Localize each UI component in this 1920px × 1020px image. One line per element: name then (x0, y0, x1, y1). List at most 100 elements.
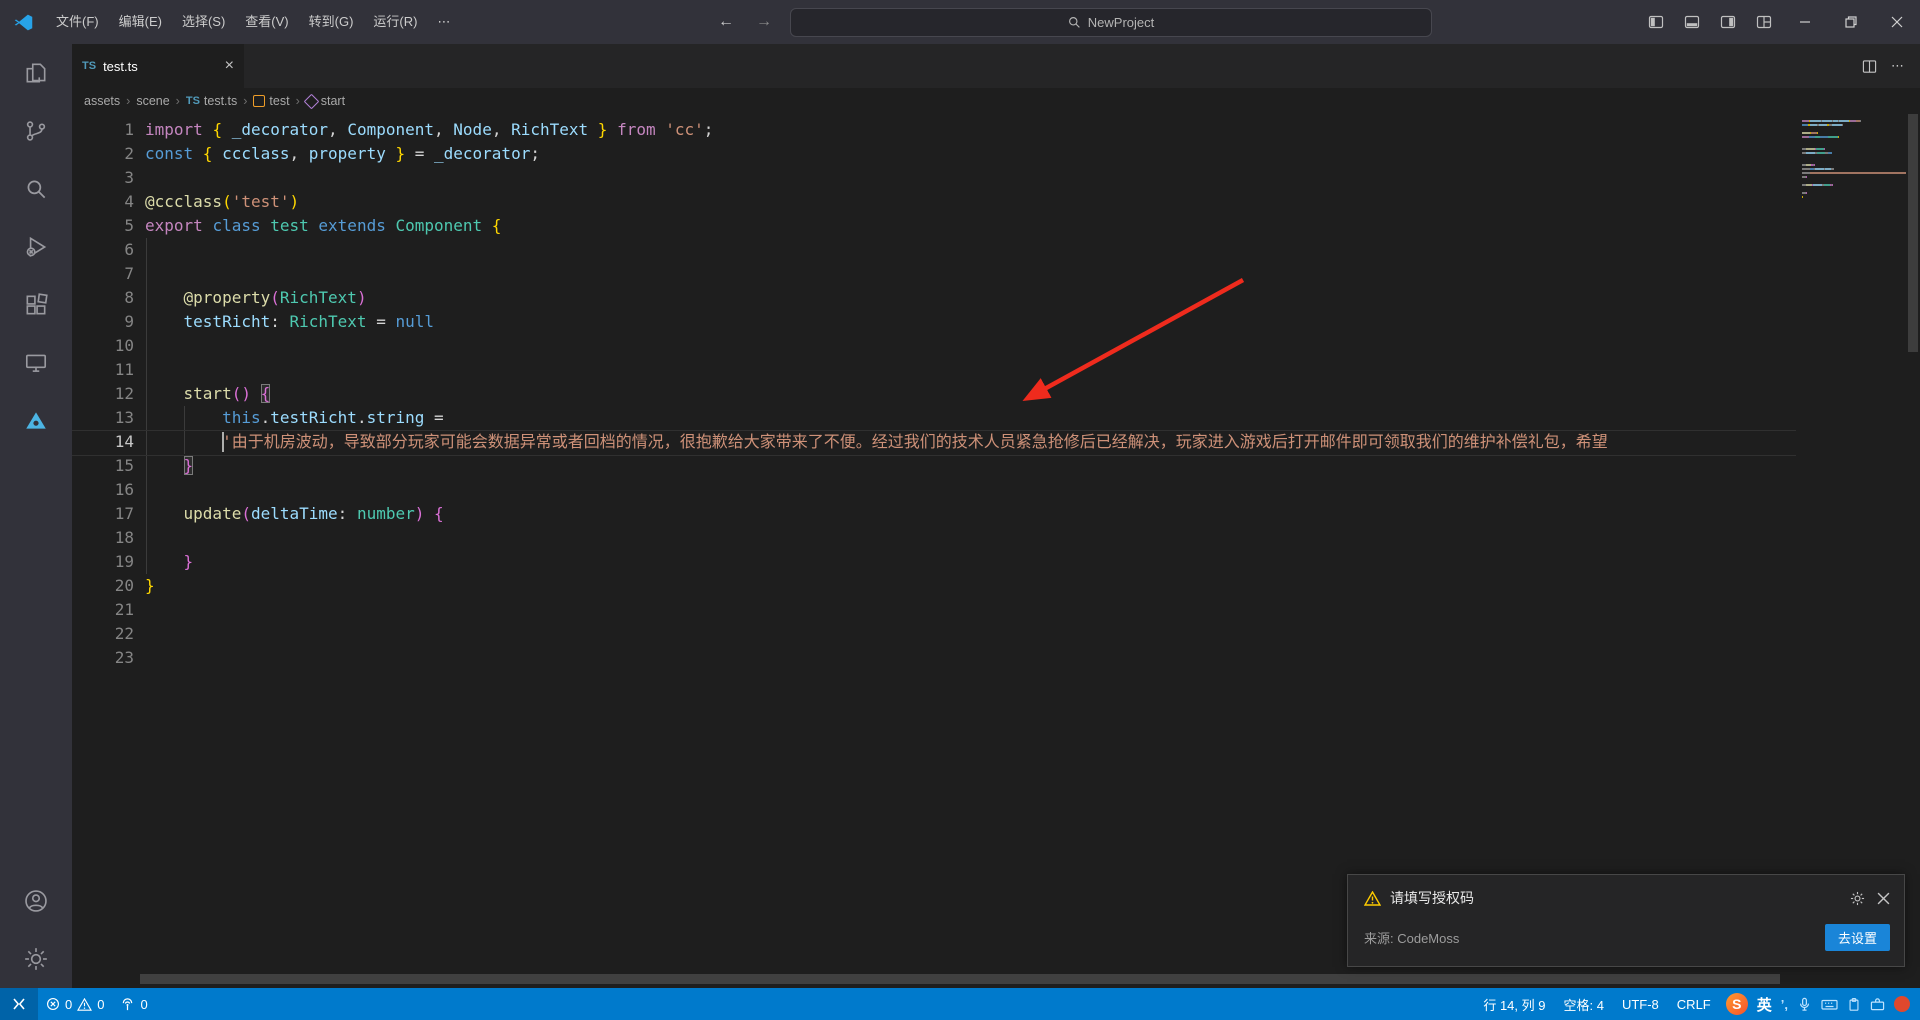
line-number[interactable]: 5 (72, 214, 134, 238)
cocos-extension-icon[interactable] (0, 392, 72, 450)
line-number[interactable]: 18 (72, 526, 134, 550)
code-line[interactable]: 22 (72, 622, 1920, 646)
code-line[interactable]: 17 update(deltaTime: number) { (72, 502, 1920, 526)
run-debug-icon[interactable] (0, 218, 72, 276)
editor-more-actions-icon[interactable]: ⋯ (1891, 58, 1904, 74)
code-line[interactable]: 15 } (72, 454, 1920, 478)
code-line[interactable]: 5 export class test extends Component { (72, 214, 1920, 238)
line-number[interactable]: 15 (72, 454, 134, 478)
code-line[interactable]: 8 @property(RichText) (72, 286, 1920, 310)
line-number[interactable]: 1 (72, 118, 134, 142)
notification-settings-gear-icon[interactable] (1850, 891, 1865, 906)
code-line[interactable]: 18 (72, 526, 1920, 550)
code-line[interactable]: 1 import { _decorator, Component, Node, R… (72, 118, 1920, 142)
tab-test-ts[interactable]: TS test.ts × (72, 44, 245, 88)
editor[interactable]: 1 import { _decorator, Component, Node, R… (72, 114, 1920, 988)
split-editor-icon[interactable] (1862, 59, 1877, 74)
breadcrumb-class-test[interactable]: test (253, 94, 290, 108)
remote-explorer-icon[interactable] (0, 334, 72, 392)
settings-gear-icon[interactable] (0, 930, 72, 988)
line-number[interactable]: 13 (72, 406, 134, 430)
code-line[interactable]: 13 this.testRicht.string = (72, 406, 1920, 430)
code-line[interactable]: 7 (72, 262, 1920, 286)
customize-layout-icon[interactable] (1746, 0, 1782, 44)
encoding-setting[interactable]: UTF-8 (1613, 988, 1668, 1020)
breadcrumb-assets[interactable]: assets (84, 94, 120, 108)
extensions-icon[interactable] (0, 276, 72, 334)
line-number[interactable]: 12 (72, 382, 134, 406)
ime-microphone-icon[interactable] (1797, 997, 1812, 1012)
ime-skin-icon[interactable] (1894, 996, 1910, 1012)
accounts-icon[interactable] (0, 872, 72, 930)
minimap[interactable] (1796, 114, 1906, 988)
code-line[interactable]: 19 } (72, 550, 1920, 574)
toggle-panel-icon[interactable] (1674, 0, 1710, 44)
close-window-button[interactable] (1874, 0, 1920, 44)
code-line[interactable]: 21 (72, 598, 1920, 622)
line-number[interactable]: 2 (72, 142, 134, 166)
line-number[interactable]: 17 (72, 502, 134, 526)
sogou-ime-logo[interactable]: S (1725, 993, 1748, 1015)
line-number[interactable]: 20 (72, 574, 134, 598)
notification-close-icon[interactable] (1877, 892, 1890, 905)
code-line[interactable]: 2 const { ccclass, property } = _decorato… (72, 142, 1920, 166)
explorer-icon[interactable] (0, 44, 72, 102)
code-line[interactable]: 10 (72, 334, 1920, 358)
menu-go[interactable]: 转到(G) (299, 8, 364, 36)
line-number[interactable]: 22 (72, 622, 134, 646)
ime-keyboard-icon[interactable] (1821, 997, 1838, 1012)
line-number[interactable]: 8 (72, 286, 134, 310)
horizontal-scrollbar-thumb[interactable] (140, 974, 1780, 984)
line-number[interactable]: 6 (72, 238, 134, 262)
code-line[interactable]: 3 (72, 166, 1920, 190)
cursor-position[interactable]: 行 14, 列 9 (1474, 988, 1554, 1020)
tab-close-icon[interactable]: × (225, 58, 234, 74)
code-line[interactable]: 9 testRicht: RichText = null (72, 310, 1920, 334)
menu-overflow[interactable]: ⋯ (427, 8, 460, 36)
line-number[interactable]: 9 (72, 310, 134, 334)
breadcrumb-scene[interactable]: scene (136, 94, 169, 108)
navigate-forward-button[interactable]: → (750, 8, 778, 36)
ime-language-toggle[interactable]: 英 (1757, 994, 1772, 1015)
menu-edit[interactable]: 编辑(E) (109, 8, 172, 36)
code-line[interactable]: 4 @ccclass('test') (72, 190, 1920, 214)
indentation-setting[interactable]: 空格: 4 (1554, 988, 1612, 1020)
search-icon[interactable] (0, 160, 72, 218)
menu-selection[interactable]: 选择(S) (172, 8, 235, 36)
menu-run[interactable]: 运行(R) (363, 8, 427, 36)
ime-punctuation-toggle[interactable]: ’, (1781, 997, 1788, 1012)
breadcrumb-method-start[interactable]: start (303, 93, 345, 109)
problems-indicator[interactable]: 0 0 (38, 988, 112, 1020)
line-number[interactable]: 19 (72, 550, 134, 574)
minimize-button[interactable] (1782, 0, 1828, 44)
menu-file[interactable]: 文件(F) (46, 8, 109, 36)
vertical-scrollbar-thumb[interactable] (1908, 114, 1918, 352)
toggle-secondary-sidebar-icon[interactable] (1710, 0, 1746, 44)
code-line[interactable]: 16 (72, 478, 1920, 502)
vertical-scrollbar[interactable] (1906, 114, 1920, 988)
restore-button[interactable] (1828, 0, 1874, 44)
code-line[interactable]: 12 start() { (72, 382, 1920, 406)
ime-toolbox-icon[interactable] (1870, 997, 1885, 1011)
line-number[interactable]: 14 (72, 430, 134, 454)
go-to-settings-button[interactable]: 去设置 (1824, 924, 1890, 951)
line-number[interactable]: 23 (72, 646, 134, 670)
line-number[interactable]: 7 (72, 262, 134, 286)
code-line[interactable]: 14 '由于机房波动，导致部分玩家可能会数据异常或者回档的情况，很抱歉给大家带来… (72, 430, 1920, 454)
ime-clipboard-icon[interactable] (1847, 997, 1861, 1012)
line-number[interactable]: 10 (72, 334, 134, 358)
code-line[interactable]: 11 (72, 358, 1920, 382)
ports-indicator[interactable]: 0 (112, 988, 155, 1020)
line-number[interactable]: 11 (72, 358, 134, 382)
code-line[interactable]: 6 (72, 238, 1920, 262)
menu-view[interactable]: 查看(V) (235, 8, 298, 36)
code-line[interactable]: 20} (72, 574, 1920, 598)
eol-setting[interactable]: CRLF (1668, 988, 1720, 1020)
line-number[interactable]: 21 (72, 598, 134, 622)
toggle-sidebar-icon[interactable] (1638, 0, 1674, 44)
source-control-icon[interactable] (0, 102, 72, 160)
line-number[interactable]: 3 (72, 166, 134, 190)
line-number[interactable]: 4 (72, 190, 134, 214)
line-number[interactable]: 16 (72, 478, 134, 502)
remote-indicator[interactable] (0, 988, 38, 1020)
